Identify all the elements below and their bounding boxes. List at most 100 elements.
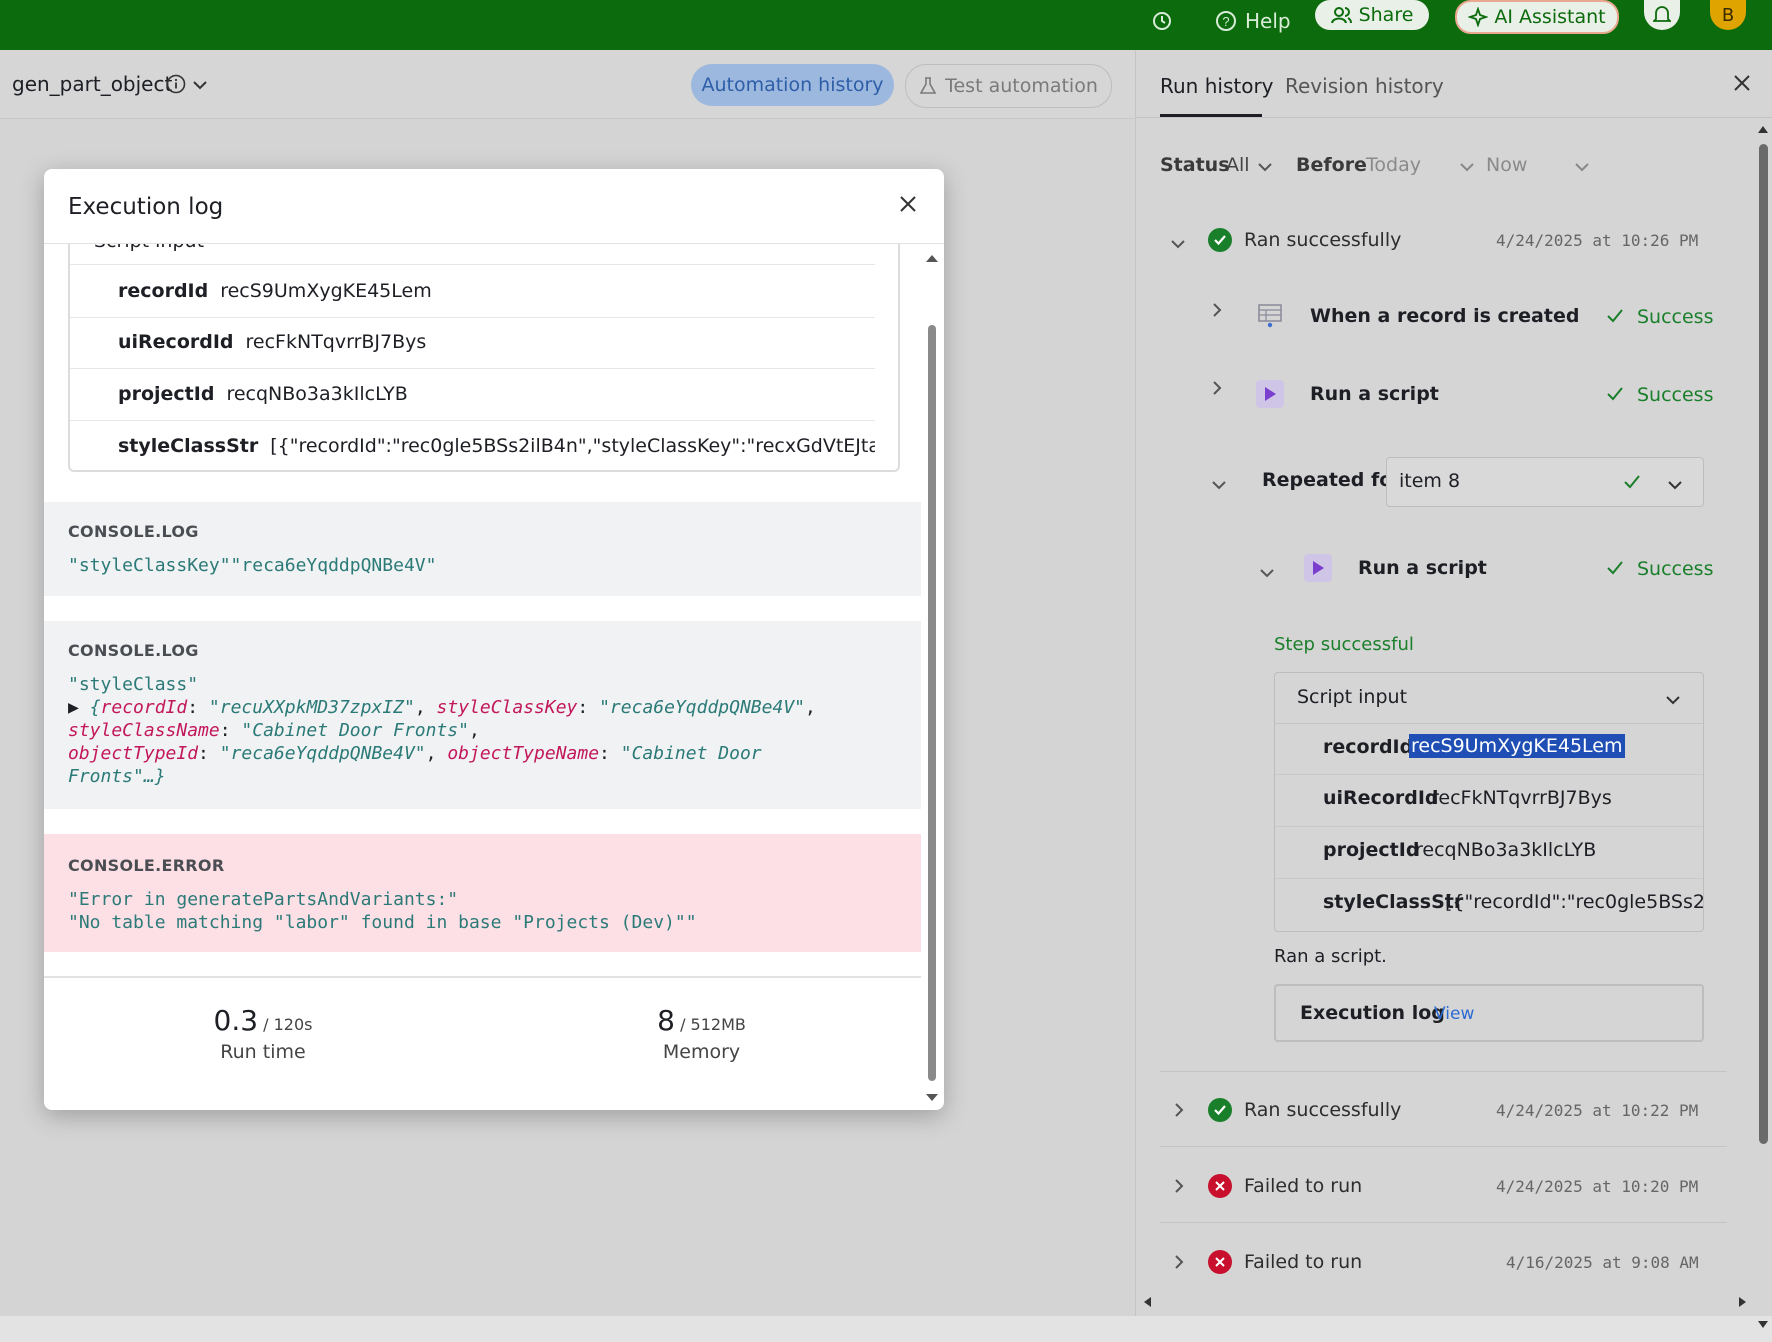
close-icon[interactable] bbox=[899, 195, 917, 217]
chevron-down-icon[interactable] bbox=[1459, 158, 1475, 177]
input-key: recordId bbox=[118, 280, 209, 302]
script-step-label[interactable]: Run a script bbox=[1310, 383, 1439, 405]
scrollbar-thumb[interactable] bbox=[928, 325, 936, 1081]
script-input-row: projectId recqNBo3a3kIlcLYB bbox=[70, 368, 875, 421]
automation-header: gen_part_object Automation history Test … bbox=[0, 50, 1135, 119]
log-value: "Cabinet Door Fronts" bbox=[241, 720, 469, 741]
chevron-down-icon[interactable] bbox=[1574, 158, 1590, 177]
divider bbox=[1136, 117, 1772, 118]
tab-run-history[interactable]: Run history bbox=[1160, 74, 1274, 98]
chevron-right-icon[interactable] bbox=[1173, 1254, 1185, 1274]
chevron-right-icon[interactable] bbox=[1211, 302, 1223, 322]
console-error-entry: CONSOLE.ERROR "Error in generatePartsAnd… bbox=[44, 834, 921, 952]
chevron-right-icon[interactable] bbox=[1211, 380, 1223, 400]
chevron-down-icon bbox=[1667, 476, 1683, 495]
memory-stat: 8 / 512MB Memory bbox=[482, 1004, 921, 1063]
chevron-down-icon[interactable] bbox=[1211, 476, 1227, 495]
log-text: "styleClassKey""reca6eYqddpQNBe4V" bbox=[68, 555, 437, 576]
modal-scroll-content[interactable]: Script input recordId recS9UmXygKE45Lem … bbox=[44, 244, 921, 1110]
inner-script-step-label[interactable]: Run a script bbox=[1358, 557, 1487, 579]
input-value: [{"recordId":"rec0gle5BSs2il bbox=[1445, 891, 1704, 913]
log-object-line[interactable]: ▶ {recordId: "recuXXpkMD37zpxIZ", styleC… bbox=[68, 696, 816, 719]
chevron-right-icon[interactable] bbox=[1173, 1178, 1185, 1198]
step-status: Success bbox=[1637, 384, 1714, 406]
log-key: styleClassName bbox=[68, 720, 220, 741]
scroll-right-arrow[interactable] bbox=[1736, 1294, 1750, 1313]
chevron-down-icon[interactable] bbox=[192, 76, 208, 95]
input-key: uiRecordId bbox=[1323, 787, 1439, 809]
check-icon bbox=[1606, 560, 1624, 580]
flask-icon bbox=[919, 77, 937, 94]
test-automation-label: Test automation bbox=[945, 75, 1098, 97]
modal-scrollbar[interactable] bbox=[924, 251, 940, 1106]
before-time-value[interactable]: Now bbox=[1486, 154, 1527, 176]
log-type-label: CONSOLE.LOG bbox=[68, 641, 199, 660]
memory-value: 8 bbox=[657, 1004, 675, 1037]
log-type-label: CONSOLE.LOG bbox=[68, 522, 199, 541]
check-icon bbox=[1606, 308, 1624, 328]
repeated-item-select[interactable]: item 8 bbox=[1386, 457, 1704, 507]
input-value: recqNBo3a3kIlcLYB bbox=[226, 383, 408, 405]
help-button[interactable]: ? Help bbox=[1215, 0, 1291, 42]
ai-assistant-button[interactable]: AI Assistant bbox=[1455, 0, 1619, 34]
script-input-panel: Script input recordId recS9UmXygKE45Lem … bbox=[1274, 672, 1704, 932]
log-text: "styleClass" bbox=[68, 674, 199, 695]
chevron-down-icon[interactable] bbox=[1170, 235, 1186, 254]
script-input-row: uiRecordId recFkNTqvrrBJ7Bys bbox=[70, 316, 875, 369]
step-status: Success bbox=[1637, 306, 1714, 328]
divider bbox=[1160, 1222, 1727, 1223]
repeated-item-value: item 8 bbox=[1399, 470, 1461, 492]
run-status[interactable]: Ran successfully bbox=[1244, 1099, 1401, 1121]
scrollbar-thumb[interactable] bbox=[1759, 144, 1768, 1144]
log-type-label: CONSOLE.ERROR bbox=[68, 856, 225, 875]
notifications-button[interactable] bbox=[1644, 0, 1680, 30]
input-value-selected[interactable]: recS9UmXygKE45Lem bbox=[1409, 734, 1625, 758]
share-button[interactable]: Share bbox=[1315, 0, 1429, 30]
step-status: Success bbox=[1637, 558, 1714, 580]
avatar[interactable]: B bbox=[1710, 0, 1746, 30]
log-key: styleClassKey bbox=[436, 697, 578, 718]
chevron-down-icon[interactable] bbox=[1665, 691, 1681, 710]
automation-history-button[interactable]: Automation history bbox=[691, 64, 894, 106]
success-icon bbox=[1208, 228, 1232, 252]
chevron-right-icon[interactable] bbox=[1173, 1102, 1185, 1122]
test-automation-button[interactable]: Test automation bbox=[905, 64, 1112, 108]
log-value: "recuXXpkMD37zpxIZ" bbox=[208, 697, 415, 718]
check-icon bbox=[1623, 474, 1641, 494]
input-key: styleClassStr bbox=[118, 435, 259, 457]
scroll-left-arrow[interactable] bbox=[1140, 1294, 1154, 1313]
divider bbox=[1275, 723, 1703, 724]
history-icon[interactable] bbox=[1150, 0, 1174, 42]
status-filter-value[interactable]: All bbox=[1226, 154, 1250, 176]
divider bbox=[1275, 878, 1703, 879]
expand-triangle-icon[interactable]: ▶ bbox=[68, 697, 90, 718]
log-value: "reca6eYqddpQNBe4V" bbox=[599, 697, 805, 718]
input-value: recS9UmXygKE45Lem bbox=[220, 280, 432, 302]
bell-icon bbox=[1653, 6, 1671, 22]
memory-limit: / 512MB bbox=[680, 1015, 746, 1034]
log-object-line: Fronts"…} bbox=[68, 766, 166, 787]
run-status[interactable]: Failed to run bbox=[1244, 1251, 1362, 1273]
success-icon bbox=[1208, 1098, 1232, 1122]
panel-scrollbar[interactable] bbox=[1756, 122, 1770, 1342]
chevron-down-icon[interactable] bbox=[1259, 564, 1275, 583]
tab-revision-history[interactable]: Revision history bbox=[1285, 74, 1444, 98]
run-status[interactable]: Failed to run bbox=[1244, 1175, 1362, 1197]
users-icon bbox=[1330, 7, 1352, 24]
info-icon[interactable] bbox=[166, 74, 186, 98]
trigger-step-label[interactable]: When a record is created bbox=[1310, 305, 1579, 327]
log-key: objectTypeName bbox=[447, 743, 600, 764]
view-log-link[interactable]: View bbox=[1434, 1004, 1474, 1024]
before-date-value[interactable]: Today bbox=[1366, 154, 1421, 176]
close-panel-icon[interactable] bbox=[1733, 74, 1751, 96]
run-status[interactable]: Ran successfully bbox=[1244, 229, 1401, 251]
input-value: recFkNTqvrrBJ7Bys bbox=[1431, 787, 1612, 809]
divider bbox=[1275, 826, 1703, 827]
memory-label: Memory bbox=[662, 1041, 741, 1063]
run-timestamp: 4/24/2025 at 10:22 PM bbox=[1496, 1101, 1699, 1120]
input-key: projectId bbox=[1323, 839, 1420, 861]
failed-icon bbox=[1208, 1174, 1232, 1198]
input-key: projectId bbox=[118, 383, 215, 405]
chevron-down-icon[interactable] bbox=[1257, 158, 1273, 177]
input-key: recordId bbox=[1323, 736, 1414, 758]
